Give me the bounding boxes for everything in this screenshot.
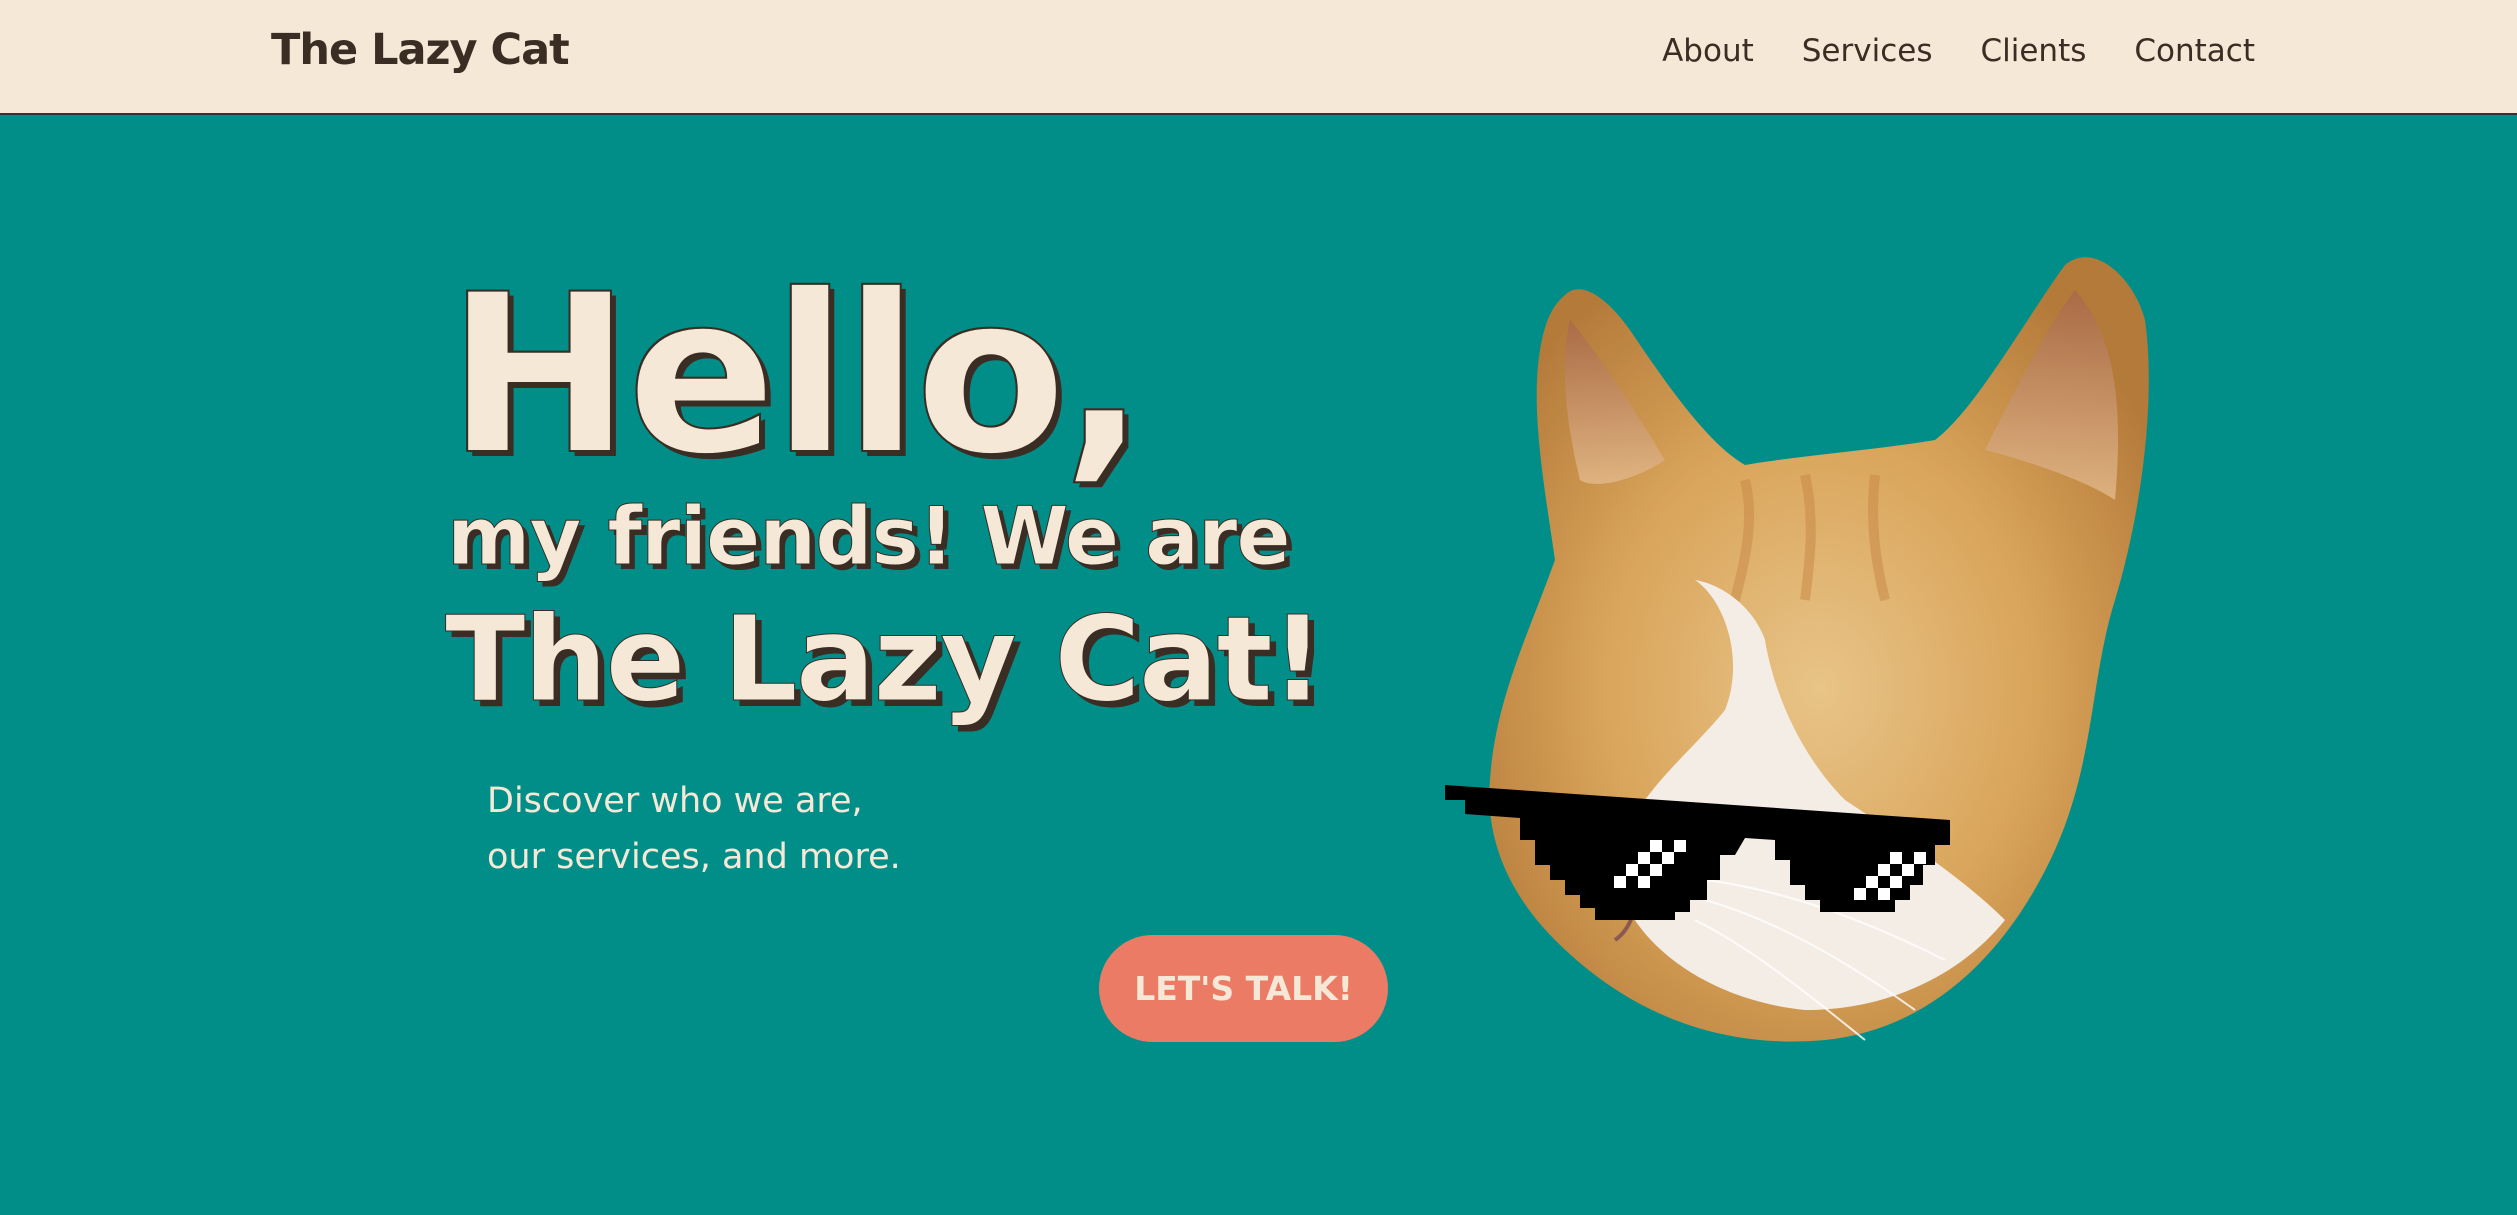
hero-subtitle: Discover who we are, our services, and m… bbox=[487, 773, 901, 885]
top-navbar: The Lazy Cat About Services Clients Cont… bbox=[0, 0, 2517, 115]
hero-subtitle-line1: Discover who we are, bbox=[487, 781, 863, 821]
hero-heading-hello: Hello, bbox=[446, 247, 1147, 503]
hero-heading-line2: my friends! We are bbox=[447, 490, 1292, 583]
hero-section: Hello, my friends! We are The Lazy Cat! … bbox=[0, 115, 2517, 1215]
cat-with-sunglasses-illustration bbox=[1445, 257, 2149, 1042]
nav-link-contact[interactable]: Contact bbox=[2134, 33, 2255, 69]
main-nav: About Services Clients Contact bbox=[1662, 33, 2255, 69]
nav-link-clients[interactable]: Clients bbox=[1980, 33, 2086, 69]
nav-link-about[interactable]: About bbox=[1662, 33, 1754, 69]
nav-link-services[interactable]: Services bbox=[1802, 33, 1933, 69]
brand-logo[interactable]: The Lazy Cat bbox=[271, 25, 570, 75]
hero-heading-line3: The Lazy Cat! bbox=[445, 590, 1326, 728]
lets-talk-button[interactable]: LET'S TALK! bbox=[1099, 935, 1388, 1042]
hero-subtitle-line2: our services, and more. bbox=[487, 837, 901, 877]
